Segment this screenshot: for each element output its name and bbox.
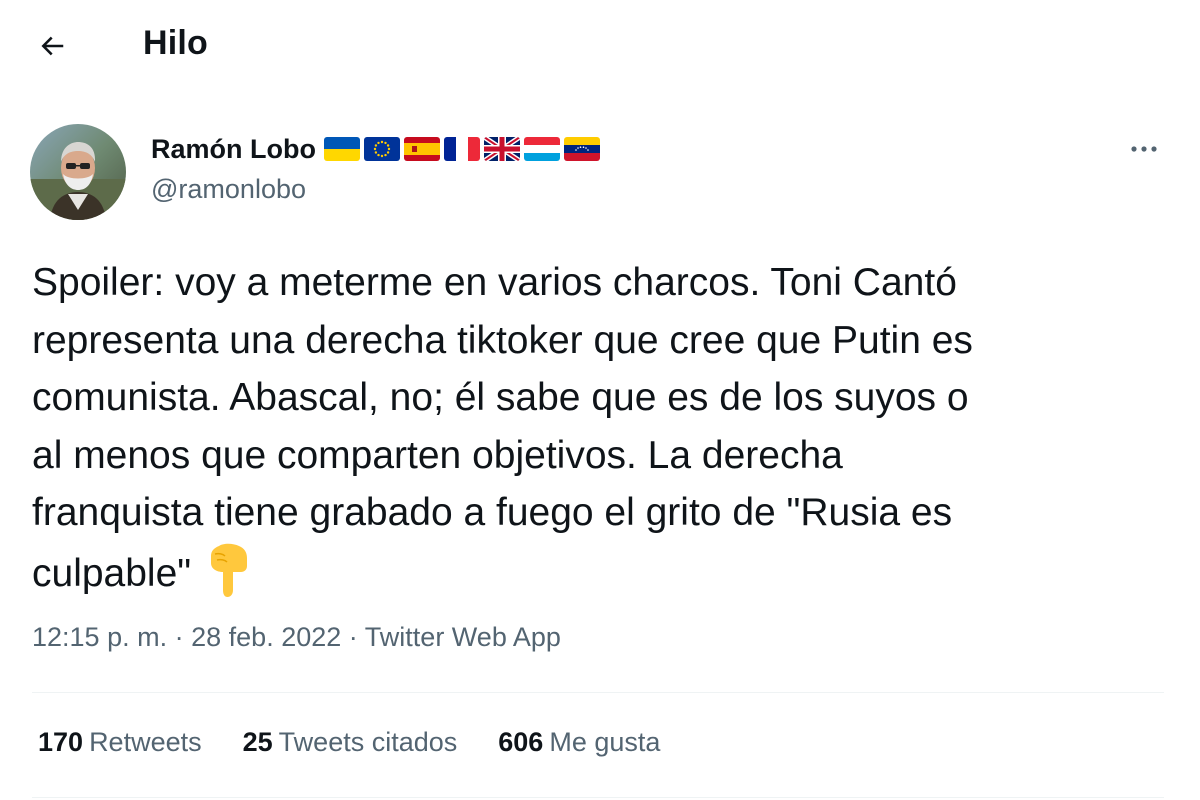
arrow-left-icon bbox=[41, 36, 64, 56]
meta-separator: · bbox=[174, 622, 184, 652]
uk-flag-icon bbox=[483, 137, 520, 161]
tweet-text-line: franquista tiene grabado a fuego el grit… bbox=[32, 491, 953, 534]
ukraine-flag-icon bbox=[323, 137, 360, 161]
tweet-date[interactable]: 28 feb. 2022 bbox=[191, 622, 341, 652]
header: Hilo bbox=[0, 0, 1200, 95]
retweets-count: 170 bbox=[38, 727, 84, 757]
back-button[interactable] bbox=[28, 22, 76, 70]
avatar[interactable] bbox=[30, 124, 126, 220]
tweet-stats: 170 Retweets 25 Tweets citados 606 Me gusta bbox=[38, 727, 701, 758]
likes-count: 606 bbox=[498, 727, 544, 757]
quote-tweets-label: Tweets citados bbox=[278, 727, 458, 757]
likes-label: Me gusta bbox=[549, 727, 661, 757]
venezuela-flag-icon bbox=[563, 137, 600, 161]
tweet-text-line: comunista. Abascal, no; él sabe que es d… bbox=[32, 376, 969, 419]
quote-tweets-count: 25 bbox=[242, 727, 273, 757]
author-name-row: Ramón Lobo bbox=[151, 131, 600, 167]
tweet-text: Spoiler: voy a meterme en varios charcos… bbox=[32, 254, 1172, 602]
more-options-button[interactable] bbox=[1124, 134, 1164, 164]
retweets-label: Retweets bbox=[89, 727, 202, 757]
tweet-source[interactable]: Twitter Web App bbox=[365, 622, 561, 652]
tweet-text-line: representa una derecha tiktoker que cree… bbox=[32, 318, 973, 362]
divider bbox=[32, 692, 1164, 693]
spain-flag-icon bbox=[403, 137, 440, 161]
more-horizontal-icon bbox=[1131, 146, 1157, 152]
avatar-image bbox=[30, 124, 126, 220]
author-handle[interactable]: @ramonlobo bbox=[151, 174, 306, 205]
thread-page: Hilo Ramón Lobo @ramonlobo Spoiler: voy … bbox=[0, 0, 1200, 800]
france-flag-icon bbox=[443, 137, 480, 161]
tweet-text-last-line: culpable" bbox=[32, 542, 1172, 603]
retweets-stat[interactable]: 170 Retweets bbox=[38, 727, 202, 758]
likes-stat[interactable]: 606 Me gusta bbox=[498, 727, 660, 758]
page-title: Hilo bbox=[143, 24, 209, 62]
author-name[interactable]: Ramón Lobo bbox=[151, 134, 316, 165]
luxembourg-flag-icon bbox=[523, 137, 560, 161]
flag-list bbox=[323, 137, 600, 161]
meta-separator: · bbox=[348, 622, 358, 652]
tweet-meta: 12:15 p. m. · 28 feb. 2022 · Twitter Web… bbox=[32, 622, 561, 653]
eu-flag-icon bbox=[363, 137, 400, 161]
quote-tweets-stat[interactable]: 25 Tweets citados bbox=[243, 727, 458, 758]
tweet-time[interactable]: 12:15 p. m. bbox=[32, 622, 167, 652]
tweet-text-line: Spoiler: voy a meterme en varios charcos… bbox=[32, 261, 957, 304]
pointing-down-hand-icon bbox=[211, 543, 248, 597]
tweet-text-line: culpable" bbox=[32, 551, 192, 595]
tweet-text-line: al menos que comparten objetivos. La der… bbox=[32, 433, 843, 477]
divider bbox=[32, 797, 1164, 798]
